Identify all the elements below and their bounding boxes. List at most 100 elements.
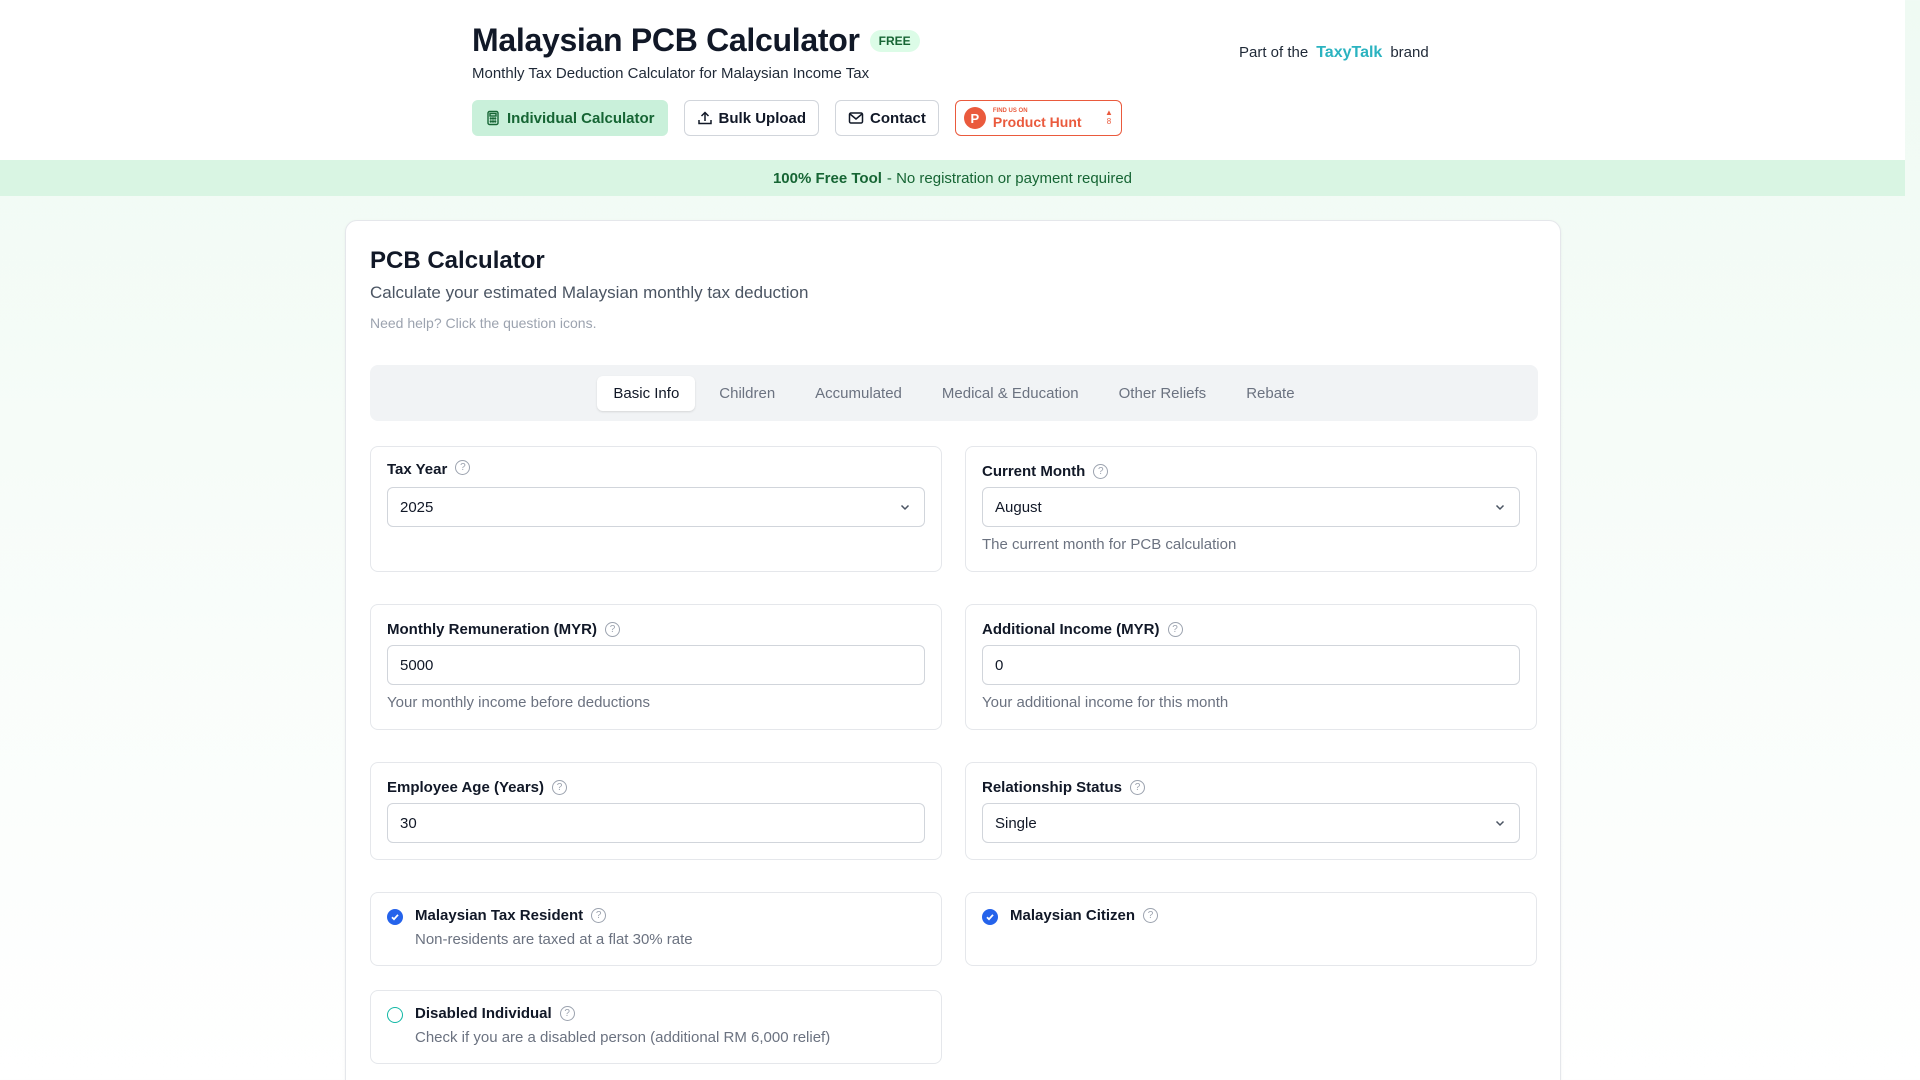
citizen-label[interactable]: Malaysian Citizen: [1010, 907, 1135, 924]
product-hunt-votes: ▲ 8: [1105, 108, 1113, 127]
help-icon[interactable]: ?: [1167, 622, 1183, 637]
employee-age-label: Employee Age (Years): [387, 779, 545, 796]
current-month-label: Current Month: [982, 463, 1086, 480]
bulk-upload-button[interactable]: Bulk Upload: [683, 100, 820, 136]
employee-age-field: Employee Age (Years) ? 30: [370, 762, 942, 860]
monthly-remuneration-value: 5000: [400, 656, 434, 674]
banner-bold: 100% Free Tool: [772, 169, 882, 187]
contact-button[interactable]: Contact: [835, 100, 939, 136]
tax-year-label: Tax Year: [387, 461, 448, 478]
page-title: Malaysian PCB Calculator: [472, 22, 860, 58]
employee-age-value: 30: [400, 814, 417, 832]
help-icon[interactable]: ?: [1093, 464, 1109, 479]
employee-age-label-row: Employee Age (Years) ?: [387, 779, 568, 796]
brand-link[interactable]: TaxyTalk: [1316, 44, 1382, 62]
disabled-label[interactable]: Disabled Individual: [415, 1005, 552, 1022]
free-tool-banner: 100% Free Tool - No registration or paym…: [0, 160, 1905, 196]
disabled-hint: Check if you are a disabled person (addi…: [415, 1029, 831, 1046]
help-icon[interactable]: ?: [552, 780, 568, 795]
upload-icon: [697, 111, 712, 125]
tax-resident-checkbox[interactable]: [387, 909, 403, 925]
product-hunt-text: FIND US ON Product Hunt: [993, 108, 1082, 129]
additional-income-input[interactable]: 0: [982, 645, 1520, 685]
tab-basic-info[interactable]: Basic Info: [597, 375, 696, 411]
check-icon: [986, 914, 994, 921]
citizen-field: Malaysian Citizen ?: [965, 892, 1537, 966]
individual-calculator-label: Individual Calculator: [507, 109, 655, 127]
tab-other-reliefs[interactable]: Other Reliefs: [1103, 376, 1223, 411]
calculator-icon: [487, 110, 499, 126]
chevron-down-icon: [1495, 504, 1505, 511]
individual-calculator-button[interactable]: Individual Calculator: [472, 100, 668, 136]
additional-income-hint: Your additional income for this month: [982, 694, 1229, 711]
contact-label: Contact: [870, 109, 926, 127]
current-month-label-row: Current Month ?: [982, 463, 1109, 480]
tab-children[interactable]: Children: [703, 376, 791, 411]
chevron-down-icon: [900, 504, 910, 511]
relationship-status-field: Relationship Status ? Single: [965, 762, 1537, 860]
monthly-remuneration-hint: Your monthly income before deductions: [387, 694, 650, 711]
relationship-status-value: Single: [995, 814, 1037, 832]
bulk-upload-label: Bulk Upload: [718, 109, 807, 127]
tax-resident-hint: Non-residents are taxed at a flat 30% ra…: [415, 931, 693, 948]
product-hunt-label: Product Hunt: [992, 113, 1082, 130]
page-subtitle: Monthly Tax Deduction Calculator for Mal…: [472, 65, 870, 82]
relationship-status-label-row: Relationship Status ?: [982, 779, 1146, 796]
tax-year-field: Tax Year ? 2025: [370, 446, 942, 572]
disabled-label-row: Disabled Individual ?: [415, 1005, 575, 1022]
calculator-card: PCB Calculator Calculate your estimated …: [345, 220, 1561, 1080]
mail-icon: [848, 112, 864, 124]
card-title: PCB Calculator: [370, 247, 545, 274]
additional-income-label: Additional Income (MYR): [982, 621, 1160, 638]
tax-resident-label[interactable]: Malaysian Tax Resident: [415, 907, 583, 924]
current-month-hint: The current month for PCB calculation: [982, 536, 1237, 553]
disabled-checkbox[interactable]: [387, 1007, 403, 1023]
tax-year-select[interactable]: 2025: [387, 487, 925, 527]
monthly-remuneration-label: Monthly Remuneration (MYR): [387, 621, 597, 638]
additional-income-value: 0: [995, 656, 1004, 674]
header: Malaysian PCB Calculator FREE Monthly Ta…: [0, 0, 1905, 160]
check-icon: [391, 914, 399, 921]
banner-text: - No registration or payment required: [886, 169, 1133, 187]
card-help-text: Need help? Click the question icons.: [370, 315, 597, 331]
disabled-field: Disabled Individual ? Check if you are a…: [370, 990, 942, 1064]
employee-age-input[interactable]: 30: [387, 803, 925, 843]
brand-suffix: brand: [1390, 44, 1429, 61]
help-icon[interactable]: ?: [591, 908, 607, 923]
tab-rebate[interactable]: Rebate: [1230, 376, 1310, 411]
card-description: Calculate your estimated Malaysian month…: [370, 283, 809, 302]
brand-prefix: Part of the: [1239, 44, 1309, 61]
relationship-status-label: Relationship Status: [982, 779, 1123, 796]
current-month-field: Current Month ? August The current month…: [965, 446, 1537, 572]
tab-list: Basic Info Children Accumulated Medical …: [370, 365, 1538, 421]
tax-year-value: 2025: [400, 498, 434, 516]
citizen-label-row: Malaysian Citizen ?: [1010, 907, 1159, 924]
chevron-down-icon: [1495, 820, 1505, 827]
current-month-select[interactable]: August: [982, 487, 1520, 527]
tab-accumulated[interactable]: Accumulated: [799, 376, 918, 411]
citizen-checkbox[interactable]: [982, 909, 998, 925]
free-badge: FREE: [869, 29, 920, 52]
title-row: Malaysian PCB Calculator FREE: [472, 22, 920, 59]
help-icon[interactable]: ?: [1130, 780, 1146, 795]
tax-resident-field: Malaysian Tax Resident ? Non-residents a…: [370, 892, 942, 966]
product-hunt-vote-count: 8: [1106, 117, 1112, 126]
help-icon[interactable]: ?: [455, 460, 471, 475]
monthly-remuneration-input[interactable]: 5000: [387, 645, 925, 685]
tab-medical-education[interactable]: Medical & Education: [926, 376, 1095, 411]
brand-line: Part of the TaxyTalk brand: [1239, 44, 1429, 62]
product-hunt-logo-icon: P: [963, 107, 986, 129]
current-month-value: August: [995, 498, 1042, 516]
additional-income-field: Additional Income (MYR) ? 0 Your additio…: [965, 604, 1537, 730]
help-icon[interactable]: ?: [605, 622, 620, 637]
product-hunt-small-label: FIND US ON: [992, 107, 1028, 114]
tax-resident-label-row: Malaysian Tax Resident ?: [415, 907, 607, 924]
relationship-status-select[interactable]: Single: [982, 803, 1520, 843]
help-icon[interactable]: ?: [1143, 908, 1159, 923]
monthly-remuneration-field: Monthly Remuneration (MYR) ? 5000 Your m…: [370, 604, 942, 730]
product-hunt-badge[interactable]: P FIND US ON Product Hunt ▲ 8: [954, 100, 1122, 136]
additional-income-label-row: Additional Income (MYR) ?: [982, 621, 1183, 638]
help-icon[interactable]: ?: [559, 1006, 575, 1021]
nav-bar: Individual Calculator Bulk Upload Contac…: [472, 100, 1122, 136]
monthly-remuneration-label-row: Monthly Remuneration (MYR) ?: [387, 621, 620, 638]
